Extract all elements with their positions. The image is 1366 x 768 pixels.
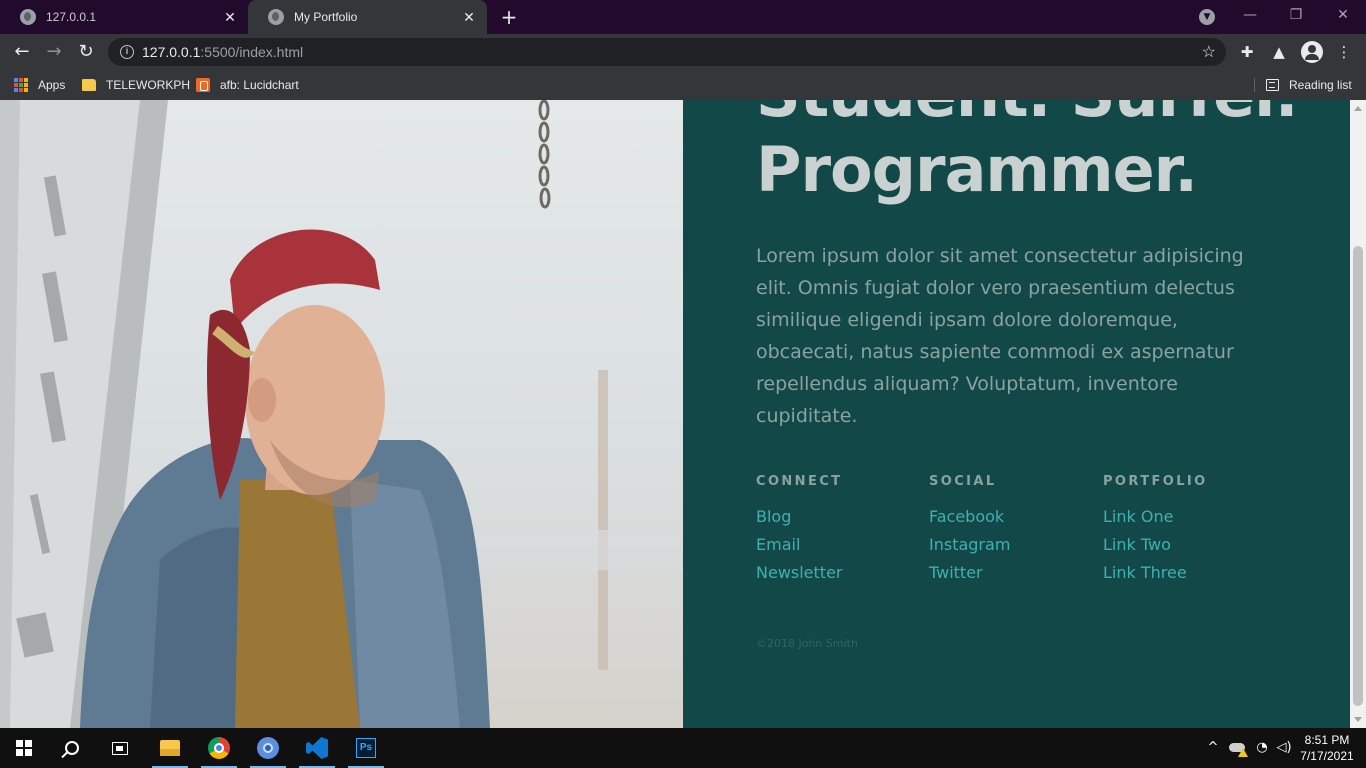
windows-start-icon [16,740,32,756]
url-host: 127.0.0.1 [142,44,201,60]
scroll-up-arrow-icon[interactable] [1354,106,1362,111]
warning-badge-icon [1238,748,1248,757]
reload-icon[interactable]: ↻ [74,40,98,64]
about-panel: Student. Surfer. Programmer. Lorem ipsum… [683,100,1350,728]
reading-list-icon [1266,79,1279,91]
bookmark-lucidchart[interactable]: afb: Lucidchart [196,76,299,94]
address-bar[interactable]: i 127.0.0.1 :5500/index.html ☆ [108,38,1226,66]
hero-photo [0,100,683,728]
clock-date: 7/17/2021 [1300,749,1354,763]
hero-headline-line2: Programmer. [756,133,1198,206]
hero-headline-line1: Student. Surfer. [756,100,1298,131]
system-clock[interactable]: 8:51 PM 7/17/2021 [1296,732,1358,764]
reading-list-label: Reading list [1289,78,1352,92]
tab-localhost[interactable]: 127.0.0.1 ✕ [0,0,248,34]
column-heading: SOCIAL [929,474,997,489]
link-three[interactable]: Link Three [1103,559,1273,587]
link-one[interactable]: Link One [1103,503,1273,531]
link-facebook[interactable]: Facebook [929,503,1099,531]
restore-button[interactable]: ❐ [1273,0,1319,30]
bookmarks-bar: Apps TELEWORKPH afb: Lucidchart Reading … [0,70,1366,100]
column-heading: CONNECT [756,474,843,489]
taskbar-photoshop[interactable]: Ps [342,728,390,768]
tab-close-icon[interactable]: ✕ [461,9,477,25]
apps-grid-icon [14,78,28,92]
column-heading: PORTFOLIO [1103,474,1208,489]
copyright: ©2018 John Smith [756,637,858,650]
link-twitter[interactable]: Twitter [929,559,1099,587]
volume-speaker-icon[interactable]: ◁) [1276,728,1292,768]
labs-flask-icon[interactable]: ▲ [1269,42,1289,62]
taskbar-chrome[interactable] [195,728,243,768]
lucidchart-icon [196,78,210,92]
search-icon [65,741,79,755]
windows-taskbar: Ps ^ ◔ ◁) 8:51 PM 7/17/2021 [0,728,1366,768]
chrome-profile-icon [257,737,279,759]
task-view-button[interactable] [96,728,144,768]
taskbar-vscode[interactable] [293,728,341,768]
site-info-icon[interactable]: i [120,45,134,59]
bookmark-label: afb: Lucidchart [220,78,299,92]
photoshop-icon: Ps [356,738,376,758]
new-tab-button[interactable]: + [498,7,520,27]
extensions-puzzle-icon[interactable]: ✚ [1237,42,1257,62]
tab-title: My Portfolio [294,10,358,24]
scroll-down-arrow-icon[interactable] [1354,717,1362,722]
tab-close-icon[interactable]: ✕ [222,9,238,25]
clock-time: 8:51 PM [1304,733,1350,747]
globe-icon [20,9,36,25]
page-scrollbar[interactable] [1350,100,1366,728]
back-arrow-icon[interactable]: ← [10,40,34,64]
task-view-icon [112,741,128,755]
tab-my-portfolio[interactable]: My Portfolio ✕ [248,0,487,34]
bookmarks-divider [1254,78,1255,92]
file-explorer-icon [160,740,180,756]
minimize-button[interactable]: — [1227,0,1273,30]
link-blog[interactable]: Blog [756,503,926,531]
vscode-icon [306,737,328,759]
bookmark-star-icon[interactable]: ☆ [1202,42,1216,62]
folder-icon [82,79,96,91]
profile-avatar-icon[interactable] [1301,41,1323,63]
network-wifi-icon[interactable]: ◔ [1254,728,1270,768]
bookmark-teleworkph[interactable]: TELEWORKPH [82,76,190,94]
bookmark-label: Apps [38,78,66,92]
forward-arrow-icon[interactable]: → [42,40,66,64]
browser-titlebar: 127.0.0.1 ✕ My Portfolio ✕ + ▼ — ❐ ✕ [0,0,1366,34]
chrome-icon [208,737,230,759]
reading-list-button[interactable]: Reading list [1266,76,1352,94]
browser-toolbar: ← → ↻ i 127.0.0.1 :5500/index.html ☆ ✚ ▲… [0,34,1366,70]
kebab-menu-icon[interactable]: ⋮ [1334,42,1354,62]
start-button[interactable] [0,728,48,768]
bookmark-apps[interactable]: Apps [14,76,65,94]
social-column: SOCIAL Facebook Instagram Twitter [929,474,1099,587]
taskbar-search-button[interactable] [48,728,96,768]
bookmark-label: TELEWORKPH [106,78,191,92]
taskbar-chrome-profile[interactable] [244,728,292,768]
close-window-button[interactable]: ✕ [1320,0,1366,30]
link-newsletter[interactable]: Newsletter [756,559,926,587]
portfolio-column: PORTFOLIO Link One Link Two Link Three [1103,474,1273,587]
scrollbar-thumb[interactable] [1353,246,1363,706]
link-email[interactable]: Email [756,531,926,559]
portrait-illustration [0,100,683,728]
link-two[interactable]: Link Two [1103,531,1273,559]
link-instagram[interactable]: Instagram [929,531,1099,559]
tray-overflow-chevron-icon[interactable]: ^ [1205,728,1221,768]
taskbar-file-explorer[interactable] [146,728,194,768]
url-path: :5500/index.html [200,44,304,60]
globe-icon [268,9,284,25]
tab-search-icon[interactable]: ▼ [1199,9,1215,25]
page-viewport: Student. Surfer. Programmer. Lorem ipsum… [0,100,1366,728]
connect-column: CONNECT Blog Email Newsletter [756,474,926,587]
intro-paragraph: Lorem ipsum dolor sit amet consectetur a… [756,245,1244,427]
tab-title: 127.0.0.1 [46,10,97,24]
